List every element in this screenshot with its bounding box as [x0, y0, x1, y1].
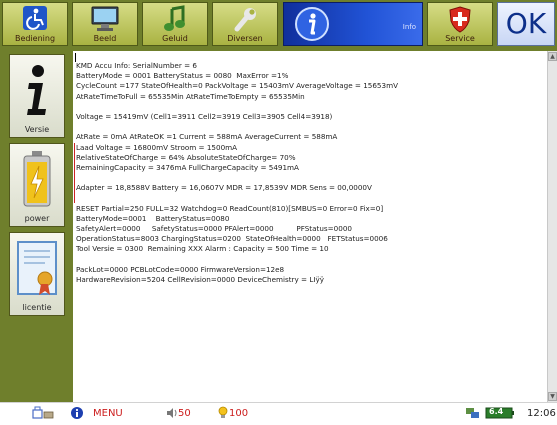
info-line: BatteryMode = 0001 BatteryStatus = 0080 … — [76, 71, 289, 81]
info-line: OperationStatus=8003 ChargingStatus=0200… — [76, 234, 388, 244]
scroll-up-arrow-icon[interactable]: ▲ — [548, 52, 557, 61]
tab-label: Bediening — [14, 34, 56, 43]
music-note-icon — [163, 5, 187, 37]
tab-label: Info — [402, 23, 416, 31]
info-line: HardwareRevision=5204 CellRevision=0000 … — [76, 274, 324, 284]
sidebar-item-label: Versie — [24, 125, 50, 134]
tab-beeld[interactable]: Beeld — [72, 2, 138, 46]
tab-geluid[interactable]: Geluid — [142, 2, 208, 46]
tab-service[interactable]: Service — [427, 2, 493, 46]
shield-icon — [447, 5, 473, 37]
volume-icon[interactable] — [166, 407, 178, 422]
info-icon — [22, 61, 52, 123]
info-icon[interactable] — [70, 406, 84, 423]
clock: 12:06 — [527, 408, 556, 419]
tab-bediening[interactable]: Bediening — [2, 2, 68, 46]
sidebar-item-licentie[interactable]: licentie — [9, 232, 65, 316]
info-line: Laad Voltage = 16800mV Stroom = 1500mA — [76, 142, 238, 152]
vertical-scrollbar[interactable]: ▲ ▼ — [547, 51, 557, 402]
info-line: Tool Versie = 0300 Remaining XXX Alarm :… — [76, 244, 329, 254]
menu-button[interactable]: MENU — [93, 408, 123, 419]
certificate-icon — [15, 239, 59, 305]
info-line: RelativeStateOfCharge = 64% AbsoluteStat… — [76, 152, 296, 162]
sidebar-item-versie[interactable]: Versie — [9, 54, 65, 138]
info-line: SafetyAlert=0000 SafetyStatus=0000 PFAle… — [76, 224, 352, 233]
brightness-value: 100 — [229, 408, 249, 419]
tab-label: Beeld — [93, 34, 117, 43]
info-line: RESET Partial=250 FULL=32 Watchdog=0 Rea… — [76, 203, 384, 213]
info-line: Adapter = 18,8588V Battery = 16,0607V MD… — [76, 183, 372, 193]
tab-label: Geluid — [162, 34, 188, 43]
wheelchair-icon — [22, 5, 48, 35]
keyboard-icon[interactable] — [32, 406, 54, 423]
sidebar-item-label: licentie — [22, 303, 52, 312]
info-line: RemainingCapacity = 3476mA FullChargeCap… — [76, 162, 299, 172]
wrench-icon — [231, 5, 259, 37]
battery-info-text: KMD Accu Info: SerialNumber = 6 BatteryMo… — [76, 61, 545, 285]
lightbulb-icon[interactable] — [218, 406, 228, 423]
info-icon — [294, 6, 330, 46]
ok-button[interactable]: OK — [497, 2, 555, 46]
volume-value: 50 — [178, 408, 191, 419]
sidebar-item-label: power — [24, 214, 50, 223]
scroll-down-arrow-icon[interactable]: ▼ — [548, 392, 557, 401]
info-line: AtRateTimeToFull = 65535Min AtRateTimeTo… — [76, 91, 305, 101]
info-line: Voltage = 15419mV (Cell1=3911 Cell2=3919… — [76, 111, 333, 121]
taskbar: MENU 50 100 6.4 12:06 — [0, 402, 557, 425]
top-toolbar: Bediening Beeld Geluid Diversen Info Ser… — [0, 0, 557, 50]
tab-label: Diversen — [227, 34, 263, 43]
tab-info[interactable]: Info — [283, 2, 423, 46]
info-line: AtRate = 0mA AtRateOK =1 Current = 588mA… — [76, 132, 338, 142]
info-line: KMD Accu Info: SerialNumber = 6 — [76, 61, 197, 70]
info-line: BatteryMode=0001 BatteryStatus=0080 — [76, 213, 230, 223]
info-line: PackLot=0000 PCBLotCode=0000 FirmwareVer… — [76, 264, 285, 274]
tab-diversen[interactable]: Diversen — [212, 2, 278, 46]
sidebar-item-power[interactable]: power — [9, 143, 65, 227]
tab-label: Service — [445, 34, 475, 43]
info-line: CycleCount =177 StateOfHealth=0 PackVolt… — [76, 81, 398, 91]
battery-info-panel[interactable]: KMD Accu Info: SerialNumber = 6 BatteryMo… — [73, 51, 547, 402]
network-icon[interactable] — [465, 406, 481, 423]
battery-icon — [22, 150, 52, 216]
red-margin-marker — [74, 143, 75, 203]
monitor-icon — [90, 5, 120, 37]
battery-tray-value: 6.4 — [489, 407, 504, 416]
